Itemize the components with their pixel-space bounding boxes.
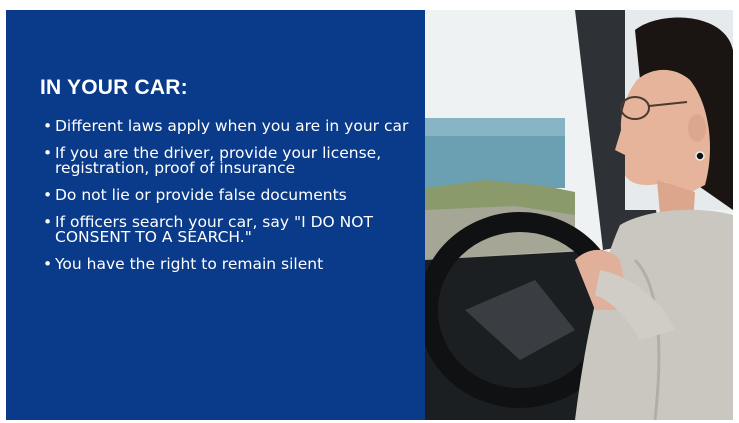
bullet-item: • If officers search your car, say "I DO… [40,213,412,246]
bullet-dot: • [43,117,53,135]
bullet-item: • You have the right to remain silent [40,255,412,273]
bullet-text: If you are the driver, provide your lice… [55,144,382,177]
ear [688,114,706,142]
bullet-dot: • [43,186,53,204]
bullet-item: • If you are the driver, provide your li… [40,144,412,177]
bullet-text: Do not lie or provide false documents [55,186,347,204]
text-panel: IN YOUR CAR: • Different laws apply when… [6,10,425,420]
driver-photo [425,10,733,420]
slide: IN YOUR CAR: • Different laws apply when… [6,10,733,420]
sea-horizon [425,118,565,136]
bullet-item: • Different laws apply when you are in y… [40,117,412,135]
bullet-text: Different laws apply when you are in you… [55,117,409,135]
bullet-dot: • [43,144,53,162]
bullet-text: If officers search your car, say "I DO N… [55,213,373,246]
bullet-item: • Do not lie or provide false documents [40,186,412,204]
slide-title: IN YOUR CAR: [40,76,188,99]
bullet-text: You have the right to remain silent [55,255,324,273]
bullet-dot: • [43,255,53,273]
driver-illustration [425,10,733,420]
bullet-list: • Different laws apply when you are in y… [40,117,412,284]
earring [695,151,705,161]
bullet-dot: • [43,213,53,231]
